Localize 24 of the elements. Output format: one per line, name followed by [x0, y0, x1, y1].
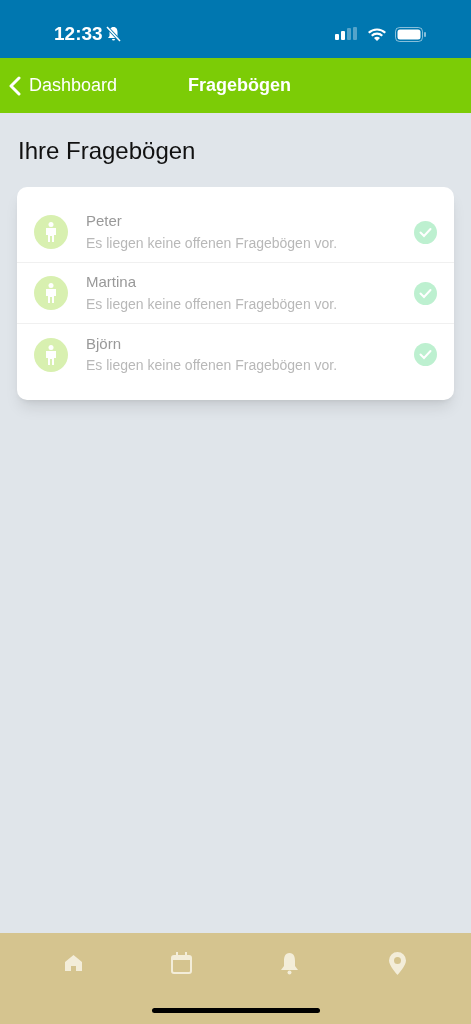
person-icon [34, 337, 68, 372]
status-message: Es liegen keine offenen Fragebögen vor. [86, 294, 339, 314]
person-name: Peter [86, 211, 123, 232]
wifi-icon [367, 26, 387, 42]
battery-icon [395, 26, 427, 42]
status-message: Es liegen keine offenen Fragebögen vor. [86, 356, 339, 376]
chevron-left-icon [9, 75, 21, 96]
person-row[interactable]: Martina Es liegen keine offenen Fragebögen vor. [17, 263, 454, 324]
page-title: Fragebögen [188, 74, 291, 97]
person-name: Martina [86, 272, 138, 293]
calendar-icon[interactable] [171, 952, 193, 974]
person-row[interactable]: Björn Es liegen keine offenen Fragebögen vor. [17, 324, 454, 385]
person-icon [34, 215, 68, 249]
map-pin-icon[interactable] [388, 951, 406, 975]
back-button[interactable]: Dashboard [0, 72, 118, 99]
status-time: 12:33 [54, 21, 103, 46]
signal-icon [335, 27, 359, 41]
home-icon[interactable] [65, 955, 83, 971]
page-heading: Ihre Fragebögen [18, 136, 197, 166]
person-name: Björn [86, 333, 123, 354]
person-icon [34, 276, 68, 310]
person-row[interactable]: Peter Es liegen keine offenen Fragebögen vor. [17, 202, 454, 263]
status-message: Es liegen keine offenen Fragebögen vor. [86, 233, 339, 253]
bell-icon[interactable] [279, 951, 299, 975]
